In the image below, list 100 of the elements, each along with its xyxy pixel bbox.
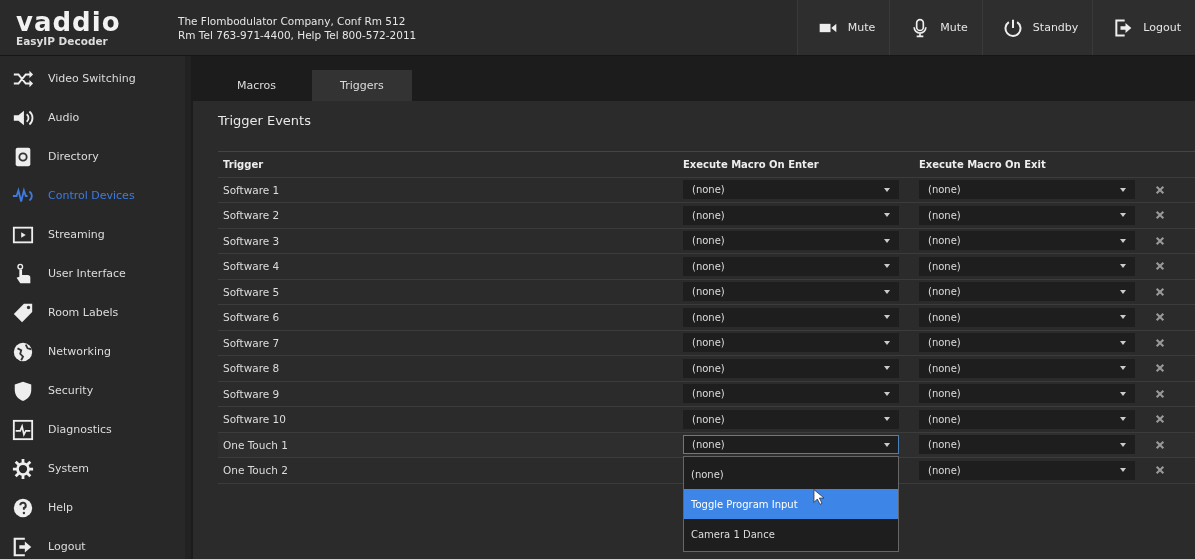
tab[interactable]: Triggers: [312, 70, 412, 101]
delete-icon[interactable]: [1155, 286, 1165, 297]
dropdown-option[interactable]: Toggle Program Input: [684, 489, 898, 520]
dropdown-option[interactable]: Camera 1 Dance: [684, 519, 898, 550]
macro-dropdown[interactable]: (none): [919, 282, 1135, 302]
tab[interactable]: Macros: [209, 70, 305, 101]
table-cell-text: One Touch 2: [222, 463, 289, 479]
macro-dropdown[interactable]: (none): [919, 256, 1135, 276]
table-cell-text: Software 9: [222, 386, 281, 402]
macro-dropdown[interactable]: (none): [683, 231, 899, 251]
caret-icon: [1120, 238, 1126, 243]
delete-icon[interactable]: [1155, 465, 1165, 476]
caret-icon: [1120, 289, 1126, 294]
caret-icon: [1120, 187, 1126, 192]
dropdown-option[interactable]: (none): [684, 459, 898, 490]
sidebar-item[interactable]: Diagnostics: [0, 410, 185, 449]
delete-icon[interactable]: [1155, 312, 1165, 323]
sidebar-item[interactable]: Streaming: [0, 215, 185, 254]
macro-dropdown[interactable]: (none): [683, 256, 899, 276]
caret-icon: [884, 366, 890, 371]
table-cell-text: Software 1: [222, 182, 281, 198]
mute-button[interactable]: Mute: [889, 0, 982, 55]
mute-button[interactable]: Mute: [796, 0, 890, 55]
delete-icon[interactable]: [1155, 439, 1165, 450]
delete-icon[interactable]: [1155, 184, 1165, 195]
logout-icon: [12, 535, 34, 558]
macro-dropdown[interactable]: (none): [683, 282, 899, 302]
sidebar-item[interactable]: Directory: [0, 137, 185, 176]
macro-dropdown[interactable]: (none): [683, 333, 899, 353]
logout-icon: [1113, 17, 1134, 38]
macro-dropdown[interactable]: (none): [683, 409, 899, 429]
globe-icon: [12, 340, 34, 363]
table-cell-text: Software 8: [222, 361, 281, 377]
sidebar-item[interactable]: Audio: [0, 98, 185, 137]
caret-icon: [1120, 264, 1126, 269]
delete-icon[interactable]: [1155, 261, 1165, 272]
caret-icon: [1120, 340, 1126, 345]
delete-icon[interactable]: [1155, 414, 1165, 425]
sidebar-item[interactable]: Help: [0, 488, 185, 527]
table-cell-text: Software 5: [222, 284, 281, 300]
sidebar-item[interactable]: Logout: [0, 527, 185, 559]
caret-icon: [1120, 213, 1126, 218]
macro-dropdown[interactable]: (none): [683, 358, 899, 378]
table-cell-text: Software 4: [222, 259, 281, 275]
column-header: Execute Macro On Enter: [682, 157, 820, 172]
table-cell-text: Software 7: [222, 335, 281, 351]
table-cell-text: Software 10: [222, 412, 287, 428]
caret-icon: [884, 238, 890, 243]
macro-dropdown[interactable]: (none): [919, 409, 1135, 429]
macro-dropdown[interactable]: (none): [919, 435, 1135, 455]
caret-icon: [1120, 391, 1126, 396]
macro-dropdown[interactable]: (none): [919, 333, 1135, 353]
macro-dropdown[interactable]: (none): [683, 180, 899, 200]
pulse-icon: [12, 418, 34, 441]
sidebar-item[interactable]: Video Switching: [0, 59, 185, 98]
macro-dropdown[interactable]: (none): [919, 180, 1135, 200]
macro-dropdown[interactable]: (none): [919, 460, 1135, 480]
macro-dropdown[interactable]: (none): [919, 231, 1135, 251]
macro-dropdown[interactable]: (none): [683, 384, 899, 404]
caret-icon: [1120, 315, 1126, 320]
caret-icon: [884, 213, 890, 218]
table-cell-text: Software 6: [222, 310, 281, 326]
caret-icon: [884, 391, 890, 396]
delete-icon[interactable]: [1155, 388, 1165, 399]
delete-icon[interactable]: [1155, 363, 1165, 374]
caret-icon: [1120, 366, 1126, 371]
macro-dropdown[interactable]: (none): [683, 307, 899, 327]
sidebar-item[interactable]: Control Devices: [0, 176, 185, 215]
table-cell-text: One Touch 1: [222, 437, 289, 453]
column-header: Trigger: [222, 157, 265, 172]
macro-dropdown[interactable]: (none): [919, 205, 1135, 225]
caret-icon: [1120, 442, 1126, 447]
company-name: The Flombodulator Company, Conf Rm 512: [178, 13, 407, 28]
sidebar-item[interactable]: Security: [0, 371, 185, 410]
macro-dropdown[interactable]: (none): [919, 384, 1135, 404]
sidebar-item[interactable]: Networking: [0, 332, 185, 371]
caret-icon: [1120, 417, 1126, 422]
caret-icon: [884, 315, 890, 320]
delete-icon[interactable]: [1155, 337, 1165, 348]
macro-dropdown[interactable]: (none): [919, 358, 1135, 378]
macro-dropdown[interactable]: (none): [683, 205, 899, 225]
delete-icon[interactable]: [1155, 210, 1165, 221]
column-header: Execute Macro On Exit: [918, 157, 1047, 172]
product-name: EasyIP Decoder: [16, 34, 109, 47]
power-icon: [1002, 17, 1023, 38]
logout-button[interactable]: Logout: [1092, 0, 1195, 55]
panel-title: Trigger Events: [218, 113, 312, 130]
macro-dropdown[interactable]: (none): [919, 307, 1135, 327]
caret-icon: [884, 187, 890, 192]
delete-icon[interactable]: [1155, 235, 1165, 246]
sidebar-item[interactable]: System: [0, 449, 185, 488]
gear-icon: [12, 457, 34, 480]
contact-info: Rm Tel 763-971-4400, Help Tel 800-572-2011: [178, 27, 418, 42]
tag-icon: [12, 301, 34, 324]
standby-button[interactable]: Standby: [981, 0, 1093, 55]
shield-icon: [12, 379, 34, 402]
table-cell-text: Software 3: [222, 233, 281, 249]
sidebar-item[interactable]: User Interface: [0, 254, 185, 293]
sidebar-item[interactable]: Room Labels: [0, 293, 185, 332]
caret-icon: [884, 289, 890, 294]
